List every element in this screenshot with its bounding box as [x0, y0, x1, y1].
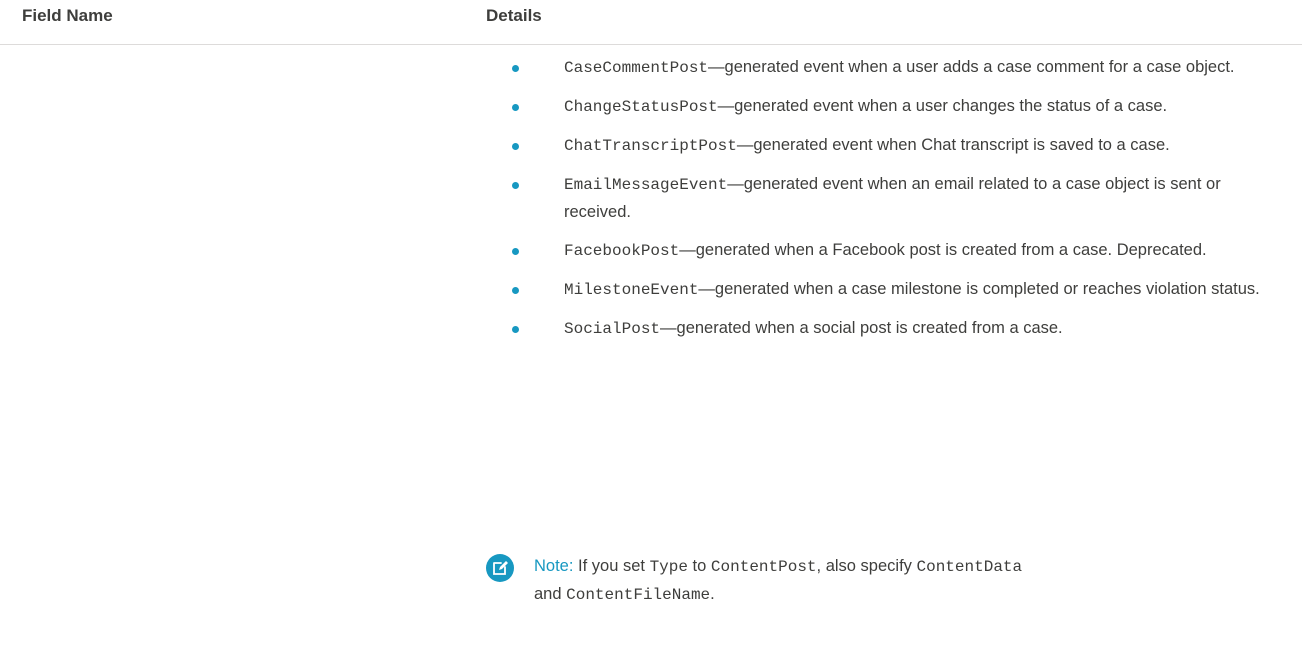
bullet-dot-icon — [512, 143, 519, 150]
item-description: —generated event when a user adds a case… — [708, 58, 1235, 76]
list-item: ChatTranscriptPost—generated event when … — [486, 132, 1264, 160]
note-text: Note: If you set Type to ContentPost, al… — [534, 553, 1254, 609]
list-item: MilestoneEvent—generated when a case mil… — [486, 276, 1264, 304]
edit-note-icon — [486, 554, 514, 582]
list-item: CaseCommentPost—generated event when a u… — [486, 54, 1264, 82]
bullet-dot-icon — [512, 182, 519, 189]
item-description: —generated when a social post is created… — [660, 319, 1063, 337]
note-text-fragment: . — [710, 585, 715, 603]
note-text-fragment: to — [687, 557, 711, 575]
item-code: ChangeStatusPost — [564, 98, 718, 116]
item-code: CaseCommentPost — [564, 59, 709, 77]
column-header-field-name: Field Name — [22, 6, 113, 25]
item-description: —generated when a Facebook post is creat… — [679, 241, 1207, 259]
item-description: —generated when a case milestone is comp… — [698, 280, 1260, 298]
event-type-list: CaseCommentPost—generated event when a u… — [486, 54, 1286, 354]
bullet-dot-icon — [512, 65, 519, 72]
item-description: —generated event when Chat transcript is… — [736, 136, 1170, 154]
code-contentpost: ContentPost — [710, 558, 817, 576]
bullet-dot-icon — [512, 287, 519, 294]
code-contentdata: ContentData — [916, 558, 1023, 576]
bullet-dot-icon — [512, 104, 519, 111]
item-description: —generated event when a user changes the… — [717, 97, 1168, 115]
list-item: SocialPost—generated when a social post … — [486, 315, 1264, 343]
item-code: EmailMessageEvent — [564, 176, 728, 194]
column-header-details: Details — [486, 6, 542, 25]
item-code: SocialPost — [564, 320, 661, 338]
list-item: ChangeStatusPost—generated event when a … — [486, 93, 1264, 121]
list-item: FacebookPost—generated when a Facebook p… — [486, 237, 1264, 265]
item-code: FacebookPost — [564, 242, 680, 260]
bullet-dot-icon — [512, 248, 519, 255]
bullet-dot-icon — [512, 326, 519, 333]
note-label: Note: — [534, 557, 574, 575]
note-text-fragment: and — [534, 585, 567, 603]
note-text-fragment: If you set — [573, 557, 650, 575]
code-type: Type — [649, 558, 688, 576]
list-item: EmailMessageEvent—generated event when a… — [486, 171, 1264, 226]
note-text-fragment: , also specify — [816, 557, 917, 575]
table-header: Field Name Details — [0, 0, 1302, 45]
item-code: MilestoneEvent — [564, 281, 699, 299]
item-code: ChatTranscriptPost — [564, 137, 737, 155]
code-contentfilename: ContentFileName — [566, 586, 711, 604]
